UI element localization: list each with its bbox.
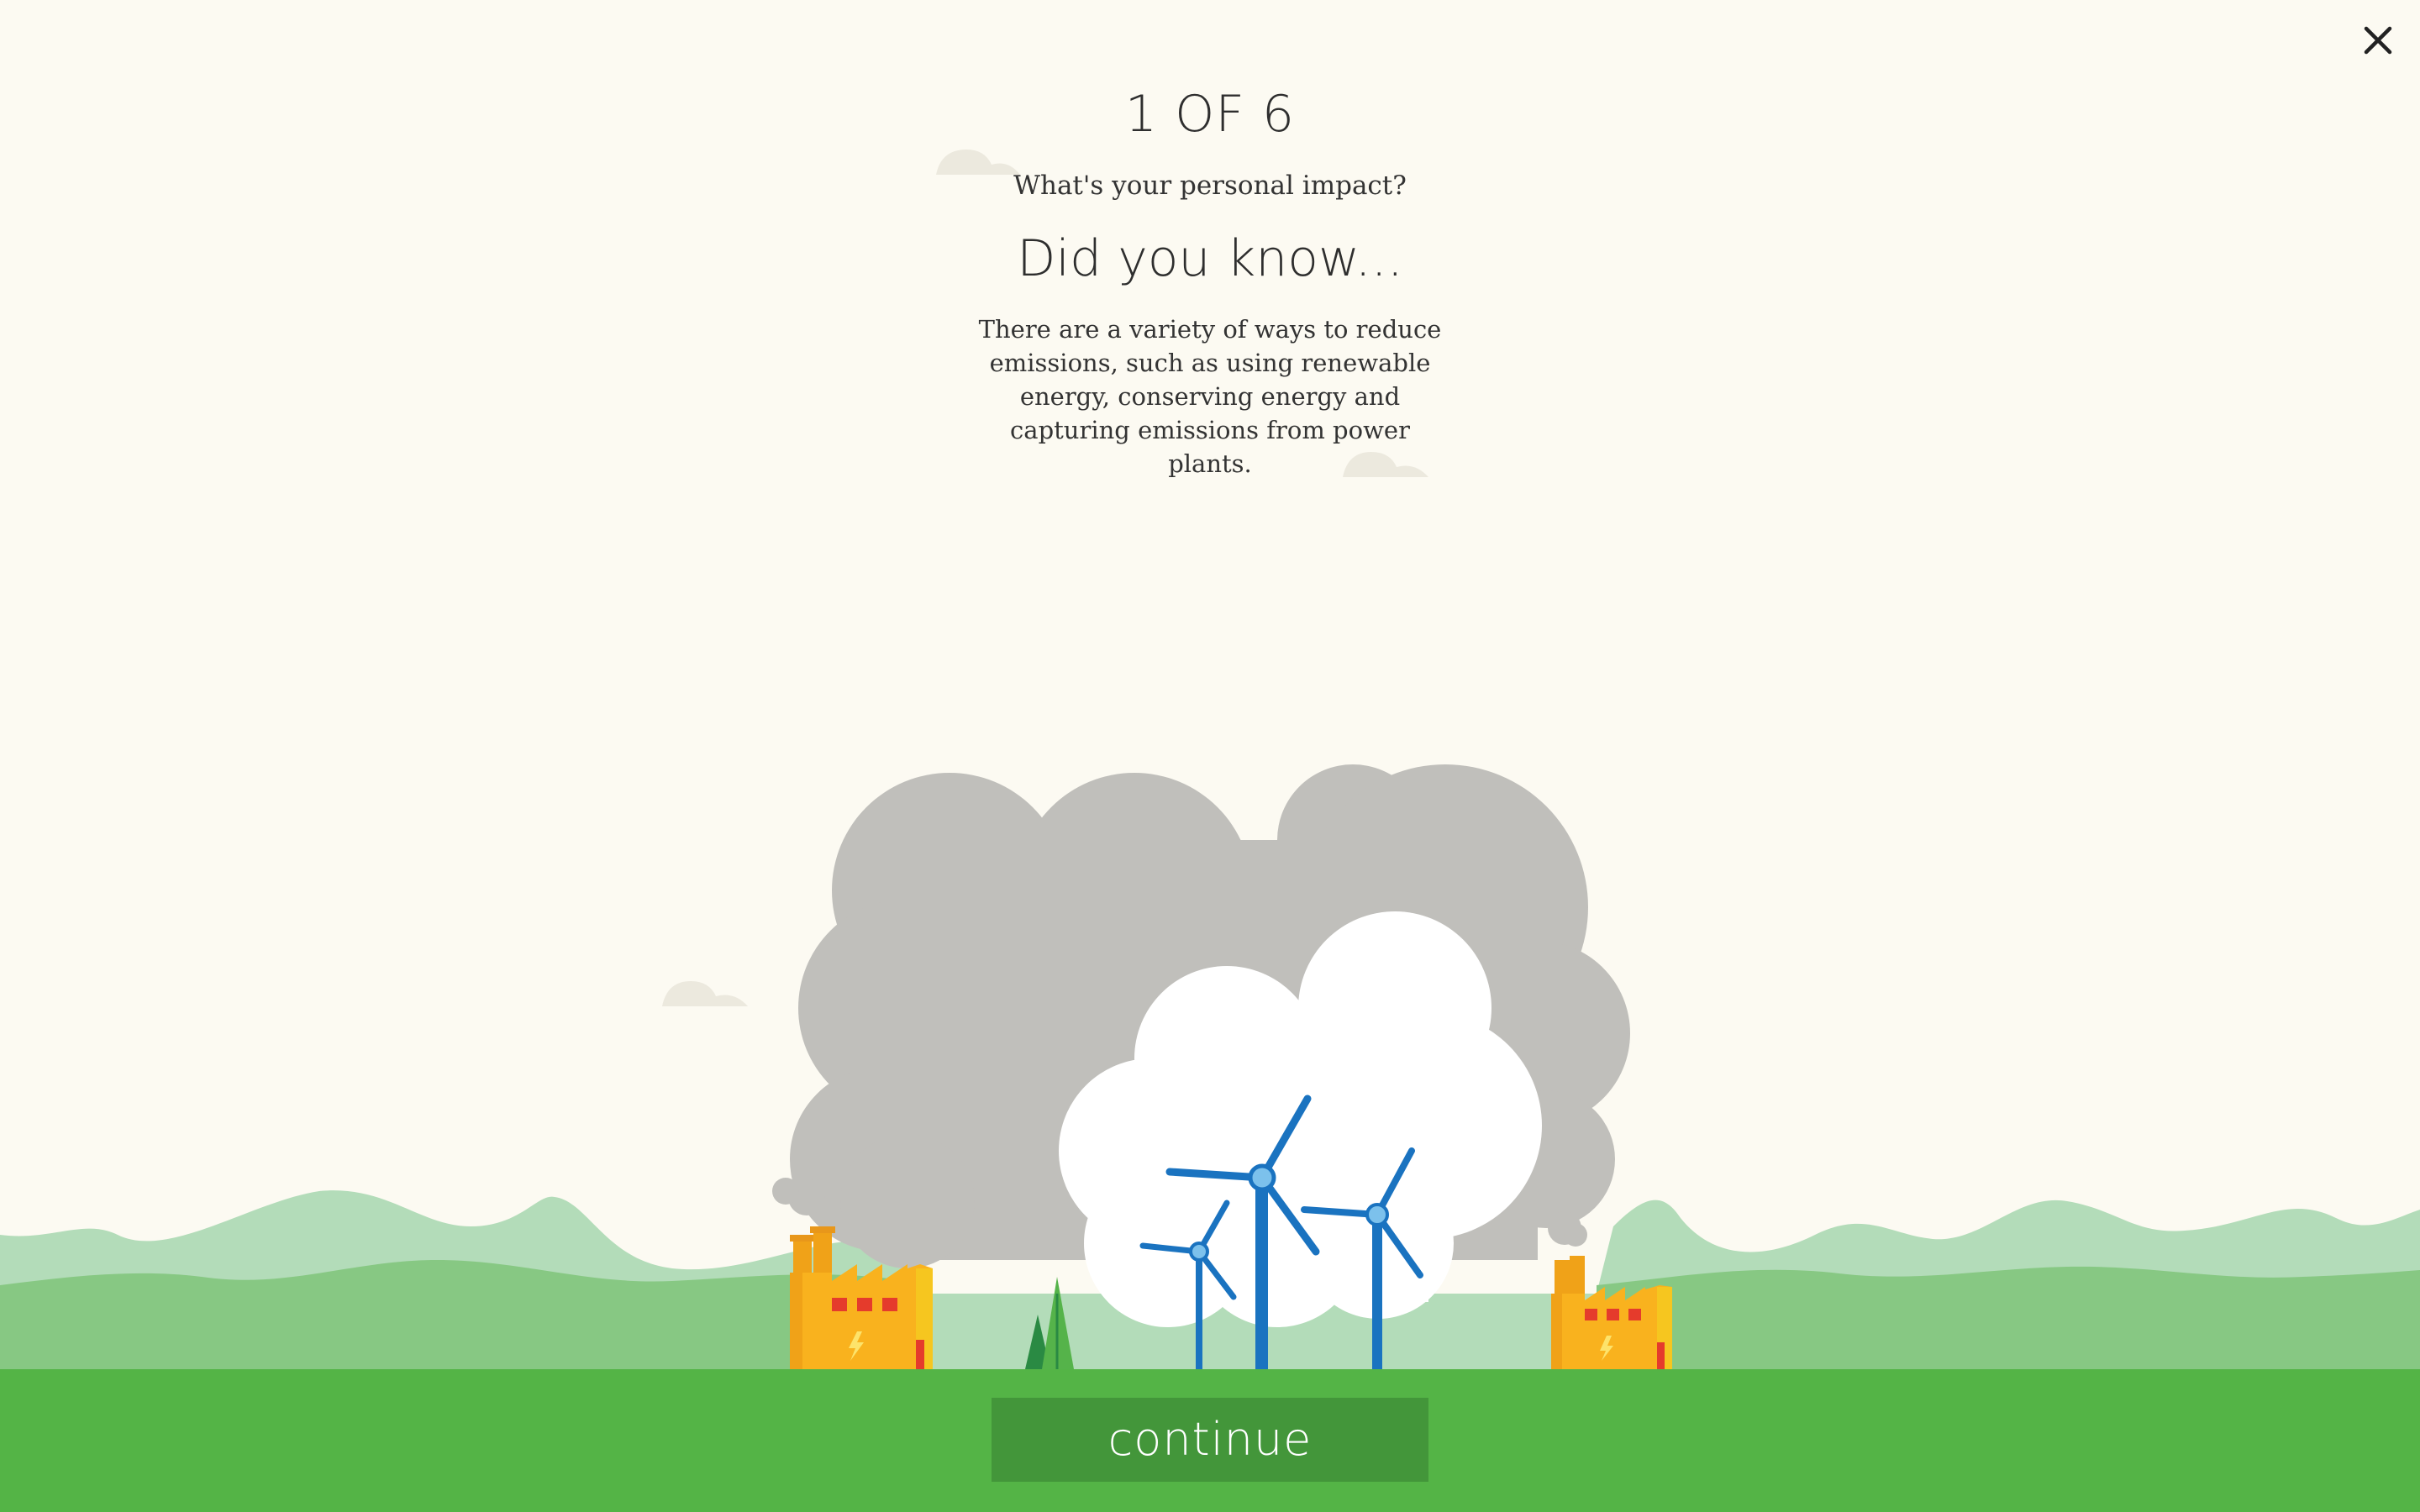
continue-button[interactable]: continue bbox=[992, 1398, 1428, 1482]
close-button[interactable] bbox=[2360, 22, 2396, 59]
close-icon bbox=[2364, 26, 2392, 55]
quiz-subtitle: What's your personal impact? bbox=[1013, 171, 1407, 201]
did-you-know-heading: Did you know... bbox=[1017, 229, 1403, 288]
progress-indicator: 1 OF 6 bbox=[1124, 85, 1296, 144]
fact-text: There are a variety of ways to reduce em… bbox=[978, 315, 1442, 478]
